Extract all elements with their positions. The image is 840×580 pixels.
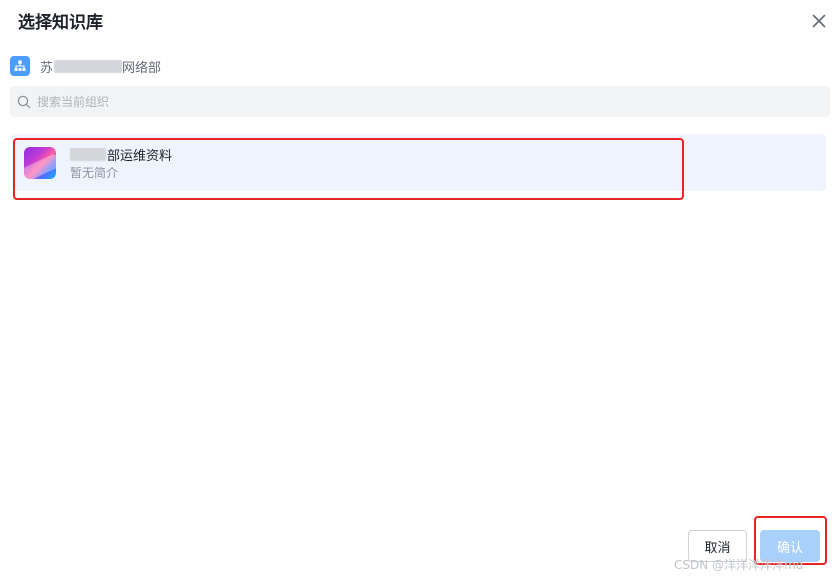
close-icon — [812, 14, 826, 28]
knowledge-base-name: 部运维资料 — [70, 145, 172, 164]
knowledge-base-name-text: 部运维资料 — [107, 149, 173, 164]
watermark: CSDN @洋洋洋洋洋md — [674, 558, 804, 572]
search-input[interactable] — [35, 93, 819, 110]
dialog-title: 选择知识库 — [18, 13, 103, 33]
org-name-suffix: 网络部 — [122, 60, 162, 76]
redacted-text — [54, 59, 123, 73]
search-box[interactable] — [10, 86, 830, 117]
redacted-text — [70, 148, 106, 161]
knowledge-base-item[interactable]: 部运维资料 暂无简介 — [12, 134, 826, 191]
search-icon — [16, 94, 32, 110]
knowledge-base-avatar — [24, 147, 56, 179]
org-structure-icon — [10, 56, 30, 76]
org-name-prefix: 苏 — [40, 60, 54, 76]
org-name: 苏 网络部 — [40, 57, 161, 76]
org-breadcrumb[interactable]: 苏 网络部 — [10, 55, 161, 77]
knowledge-base-description: 暂无简介 — [70, 166, 119, 180]
close-button[interactable] — [806, 8, 832, 34]
